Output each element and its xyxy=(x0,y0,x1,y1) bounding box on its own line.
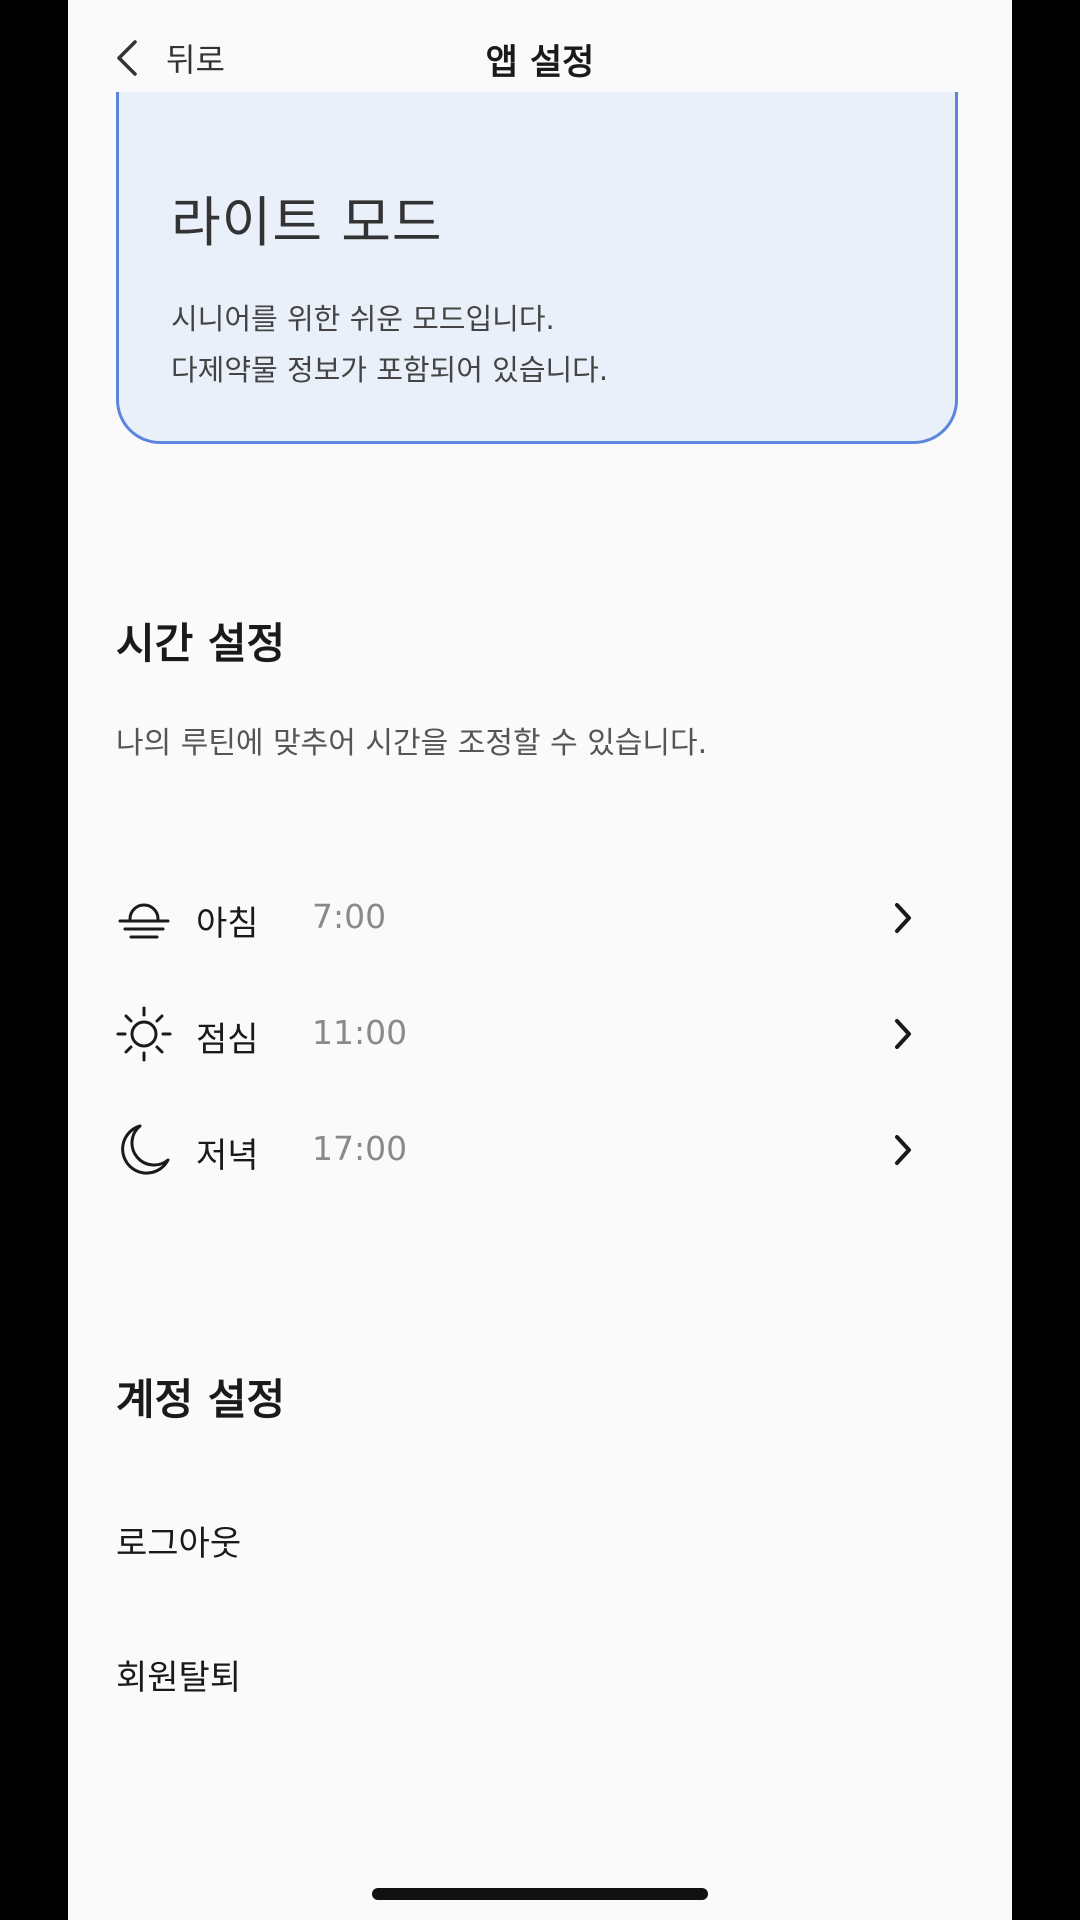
app-settings-screen: 뒤로 앱 설정 라이트 모드 시니어를 위한 쉬운 모드입니다. 다제약물 정보… xyxy=(68,0,1012,1920)
time-row-label: 저녁 xyxy=(196,1136,259,1176)
logout-button[interactable]: 로그아웃 xyxy=(116,1516,241,1565)
time-row-label: 아침 xyxy=(196,904,259,944)
home-indicator[interactable] xyxy=(372,1888,708,1900)
mode-card-description-line: 시니어를 위한 쉬운 모드입니다. xyxy=(171,302,555,336)
time-row-label: 점심 xyxy=(196,1020,259,1060)
time-row-value: 17:00 xyxy=(312,1129,408,1168)
page-title: 앱 설정 xyxy=(485,43,595,83)
time-row-value: 7:00 xyxy=(312,897,387,936)
chevron-right-icon xyxy=(892,1016,914,1052)
chevron-right-icon xyxy=(892,1132,914,1168)
mode-card-title: 라이트 모드 xyxy=(171,191,443,254)
sun-icon xyxy=(114,1004,174,1064)
light-mode-card[interactable]: 라이트 모드 시니어를 위한 쉬운 모드입니다. 다제약물 정보가 포함되어 있… xyxy=(116,92,958,444)
time-settings-description: 나의 루틴에 맞추어 시간을 조정할 수 있습니다. xyxy=(116,726,708,761)
account-settings-heading: 계정 설정 xyxy=(116,1375,286,1424)
time-settings-heading: 시간 설정 xyxy=(116,619,286,668)
time-row-morning[interactable]: 아침 7:00 xyxy=(114,878,984,958)
chevron-right-icon xyxy=(892,900,914,936)
time-row-value: 11:00 xyxy=(312,1013,408,1052)
time-row-lunch[interactable]: 점심 11:00 xyxy=(114,994,984,1074)
sunrise-icon xyxy=(114,888,174,948)
mode-card-description: 시니어를 위한 쉬운 모드입니다. 다제약물 정보가 포함되어 있습니다. xyxy=(171,294,608,396)
moon-icon xyxy=(114,1120,174,1180)
mode-card-description-line: 다제약물 정보가 포함되어 있습니다. xyxy=(171,353,609,387)
time-row-evening[interactable]: 저녁 17:00 xyxy=(114,1110,984,1190)
withdraw-membership-button[interactable]: 회원탈퇴 xyxy=(116,1650,241,1699)
